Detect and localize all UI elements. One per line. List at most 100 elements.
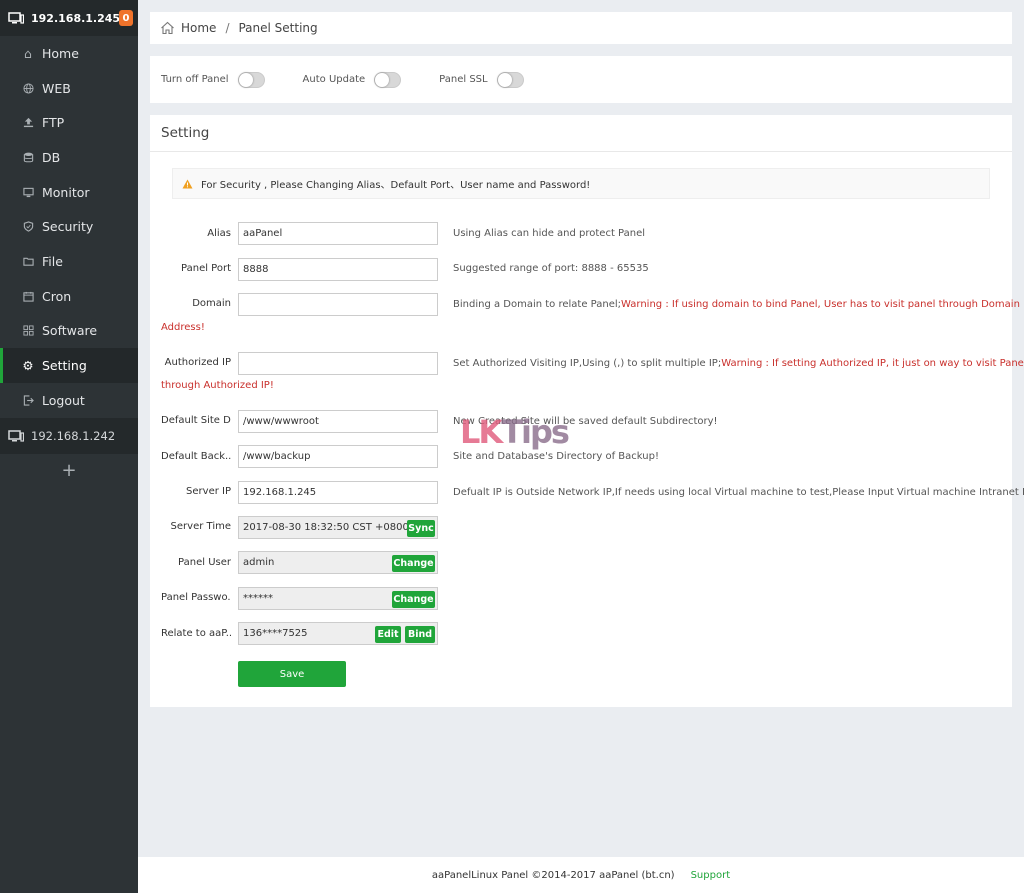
home-icon (161, 21, 174, 35)
panel-user-label: Panel User (178, 557, 231, 568)
monitor-icon (22, 186, 34, 198)
sidebar-item-file[interactable]: File (0, 244, 138, 279)
domain-hint: Binding a Domain to relate Panel;Warning… (453, 299, 1020, 310)
notification-badge[interactable]: 0 (119, 10, 133, 26)
sidebar: 192.168.1.245 0 ⌂ Home WEB FTP DB Monitor… (0, 0, 138, 893)
panel-port-hint: Suggested range of port: 8888 - 65535 (453, 263, 649, 274)
sidebar-item-software[interactable]: Software (0, 314, 138, 349)
toggle-turn-off-panel: Turn off Panel (161, 71, 265, 88)
sidebar-item-db[interactable]: DB (0, 140, 138, 175)
bind-button[interactable]: Bind (405, 626, 435, 643)
alias-label: Alias (207, 228, 231, 239)
auto-update-switch[interactable] (374, 71, 402, 88)
database-icon (22, 151, 34, 163)
server-time-label: Server Time (170, 521, 231, 532)
server-header[interactable]: 192.168.1.245 0 (0, 0, 138, 36)
default-backup-input[interactable]: /www/backup (238, 445, 438, 468)
sidebar-item-label: Software (42, 323, 98, 339)
default-site-dir-input[interactable]: /www/wwwroot (238, 410, 438, 433)
toggle-label: Panel SSL (439, 74, 488, 85)
sidebar-item-security[interactable]: Security (0, 209, 138, 244)
logout-icon (22, 394, 34, 406)
relate-account-label: Relate to aaP... (161, 628, 231, 639)
sidebar-item-setting[interactable]: ⚙ Setting (0, 348, 138, 383)
panel-password-label: Panel Passwo... (161, 592, 231, 603)
authorized-ip-hint-text: Set Authorized Visiting IP,Using (,) to … (453, 358, 722, 369)
footer: aaPanelLinux Panel ©2014-2017 aaPanel (b… (138, 857, 1024, 893)
sidebar-item-label: Monitor (42, 184, 90, 200)
panel-ssl-switch[interactable] (496, 71, 524, 88)
sidebar-item-monitor[interactable]: Monitor (0, 175, 138, 210)
turn-off-panel-switch[interactable] (237, 71, 265, 88)
domain-warning-continued: Address! (161, 322, 205, 333)
default-backup-hint: Site and Database's Directory of Backup! (453, 451, 659, 462)
server-ip-hint: Defualt IP is Outside Network IP,If need… (453, 487, 1024, 498)
grid-icon (22, 325, 34, 337)
sidebar-item-label: Home (42, 45, 79, 61)
watermark-part-b: Tips (501, 413, 570, 451)
lktips-watermark: LKTips (460, 413, 570, 451)
toggle-panel-ssl: Panel SSL (439, 71, 524, 88)
breadcrumb: Home / Panel Setting (150, 12, 1012, 44)
setting-title: Setting (150, 115, 1012, 152)
gear-icon: ⚙ (22, 358, 34, 374)
server-ip: 192.168.1.245 (31, 11, 121, 25)
change-password-button[interactable]: Change (392, 591, 435, 608)
edit-button[interactable]: Edit (375, 626, 401, 643)
copyright-text: aaPanelLinux Panel ©2014-2017 aaPanel (b… (431, 869, 675, 881)
setting-panel: Setting For Security , Please Changing A… (150, 115, 1024, 707)
authorized-ip-input[interactable] (238, 352, 438, 375)
warning-icon (182, 179, 193, 188)
server-ip: 192.168.1.242 (31, 428, 116, 443)
breadcrumb-home[interactable]: Home (181, 21, 216, 35)
sidebar-item-label: Setting (42, 358, 87, 374)
support-link[interactable]: Support (691, 870, 731, 881)
sidebar-item-logout[interactable]: Logout (0, 383, 138, 418)
watermark-part-a: LK (460, 413, 503, 451)
server-item-secondary[interactable]: 192.168.1.242 (0, 417, 138, 454)
upload-icon (22, 117, 34, 129)
breadcrumb-current: Panel Setting (238, 21, 318, 35)
alias-hint: Using Alias can hide and protect Panel (453, 228, 646, 239)
monitor-icon (8, 12, 24, 24)
authorized-ip-warning-continued: through Authorized IP! (161, 380, 274, 391)
sidebar-item-web[interactable]: WEB (0, 71, 138, 106)
domain-hint-text: Binding a Domain to relate Panel; (453, 299, 622, 310)
calendar-icon (22, 290, 34, 302)
toggle-label: Auto Update (302, 74, 366, 85)
sidebar-item-label: Logout (42, 392, 85, 408)
sidebar-item-label: File (42, 253, 63, 269)
authorized-ip-label: Authorized IP (164, 357, 231, 368)
domain-label: Domain (192, 298, 231, 309)
save-button[interactable]: Save (238, 661, 346, 687)
sidebar-item-label: WEB (42, 80, 71, 96)
home-icon: ⌂ (24, 45, 32, 61)
domain-input[interactable] (238, 293, 438, 316)
toggle-bar: Turn off Panel Auto Update Panel SSL (150, 56, 1012, 103)
sidebar-item-label: Cron (42, 288, 72, 304)
default-backup-label: Default Back... (161, 451, 231, 462)
sidebar-item-ftp[interactable]: FTP (0, 105, 138, 140)
toggle-label: Turn off Panel (161, 74, 229, 85)
sidebar-item-label: DB (42, 149, 61, 165)
sidebar-item-label: Security (42, 219, 94, 235)
toggle-auto-update: Auto Update (302, 71, 402, 88)
change-user-button[interactable]: Change (392, 555, 435, 572)
security-warning: For Security , Please Changing Alias、Def… (172, 168, 990, 199)
alias-input[interactable]: aaPanel (238, 222, 438, 245)
panel-port-input[interactable]: 8888 (238, 258, 438, 281)
sidebar-item-home[interactable]: ⌂ Home (0, 36, 138, 71)
monitor-icon (8, 429, 24, 442)
panel-port-label: Panel Port (181, 263, 231, 274)
sync-button[interactable]: Sync (407, 520, 435, 537)
shield-icon (22, 221, 34, 233)
default-site-dir-label: Default Site D... (161, 415, 231, 426)
authorized-ip-warning: Warning : If setting Authorized IP, it j… (721, 358, 1024, 369)
server-ip-input[interactable]: 192.168.1.245 (238, 481, 438, 504)
authorized-ip-hint: Set Authorized Visiting IP,Using (,) to … (453, 358, 1024, 369)
folder-icon (22, 255, 34, 267)
breadcrumb-separator: / (225, 21, 230, 35)
add-server-button[interactable]: + (0, 460, 138, 481)
sidebar-item-cron[interactable]: Cron (0, 279, 138, 314)
warning-text: For Security , Please Changing Alias、Def… (201, 180, 591, 191)
